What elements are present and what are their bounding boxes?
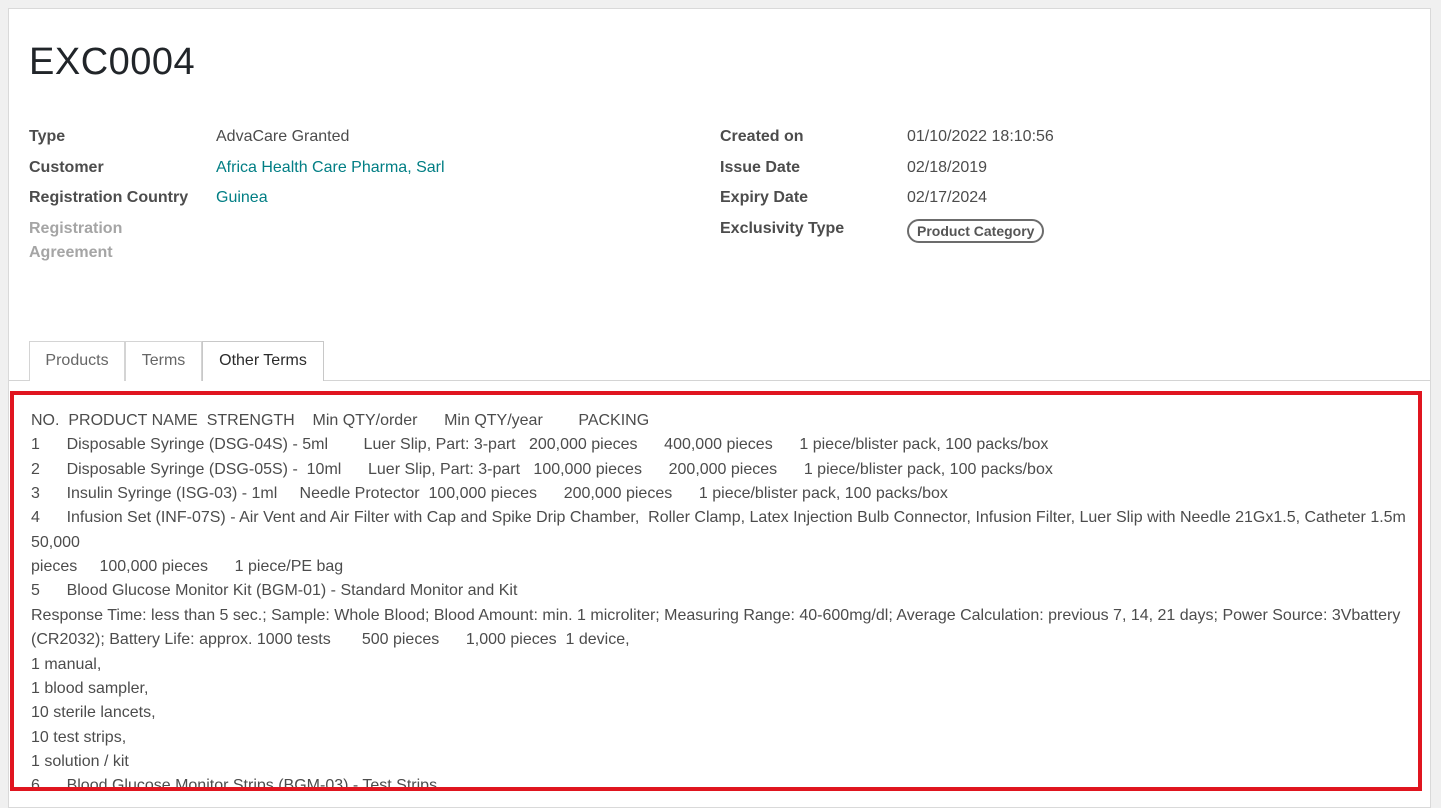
- tab-other-terms[interactable]: Other Terms: [202, 341, 324, 382]
- terms-line: 1 blood sampler,: [31, 680, 149, 697]
- terms-line: 3 Insulin Syringe (ISG-03) - 1ml Needle …: [31, 485, 948, 502]
- exclusivity-type-badge: Product Category: [907, 219, 1045, 243]
- tab-terms[interactable]: Terms: [125, 341, 202, 381]
- terms-line: NO. PRODUCT NAME STRENGTH Min QTY/order …: [31, 412, 650, 429]
- customer-label: Customer: [29, 159, 104, 176]
- type-value: AdvaCare Granted: [216, 128, 350, 145]
- terms-line: pieces 100,000 pieces 1 piece/PE bag: [31, 558, 344, 575]
- terms-line: 10 sterile lancets,: [31, 704, 156, 721]
- expiry-date-label: Expiry Date: [720, 189, 809, 206]
- expiry-date-value: 02/17/2024: [907, 189, 988, 206]
- record-title: EXC0004: [29, 41, 196, 83]
- terms-line: 50,000: [31, 534, 80, 551]
- terms-line: 6 Blood Glucose Monitor Strips (BGM-03) …: [31, 777, 438, 791]
- terms-line: 1 manual,: [31, 656, 102, 673]
- registration-agreement-label-line2: Agreement: [29, 244, 113, 261]
- terms-line: 5 Blood Glucose Monitor Kit (BGM-01) - S…: [31, 582, 518, 599]
- exclusivity-type-label: Exclusivity Type: [720, 220, 845, 237]
- tab-products[interactable]: Products: [29, 341, 125, 381]
- terms-line: 4 Infusion Set (INF-07S) - Air Vent and …: [31, 509, 1406, 526]
- type-label: Type: [29, 128, 66, 145]
- registration-agreement-label-line1: Registration: [29, 220, 123, 237]
- registration-country-link[interactable]: Guinea: [216, 186, 268, 210]
- created-on-label: Created on: [720, 128, 804, 145]
- tab-other-terms-label: Other Terms: [219, 352, 307, 369]
- terms-line: 1 Disposable Syringe (DSG-04S) - 5ml Lue…: [31, 436, 1049, 453]
- terms-line: 1 solution / kit: [31, 753, 129, 770]
- created-on-value: 01/10/2022 18:10:56: [907, 128, 1054, 145]
- terms-line: Response Time: less than 5 sec.; Sample:…: [31, 607, 1401, 624]
- terms-line: (CR2032); Battery Life: approx. 1000 tes…: [31, 631, 630, 648]
- issue-date-value: 02/18/2019: [907, 159, 988, 176]
- other-terms-content[interactable]: NO. PRODUCT NAME STRENGTH Min QTY/order …: [10, 391, 1422, 791]
- customer-link[interactable]: Africa Health Care Pharma, Sarl: [216, 156, 445, 180]
- terms-line: 2 Disposable Syringe (DSG-05S) - 10ml Lu…: [31, 461, 1053, 478]
- form-sheet: EXC0004 Type AdvaCare Granted Customer A…: [8, 8, 1431, 808]
- registration-country-label: Registration Country: [29, 189, 189, 206]
- issue-date-label: Issue Date: [720, 159, 801, 176]
- terms-line: 10 test strips,: [31, 729, 127, 746]
